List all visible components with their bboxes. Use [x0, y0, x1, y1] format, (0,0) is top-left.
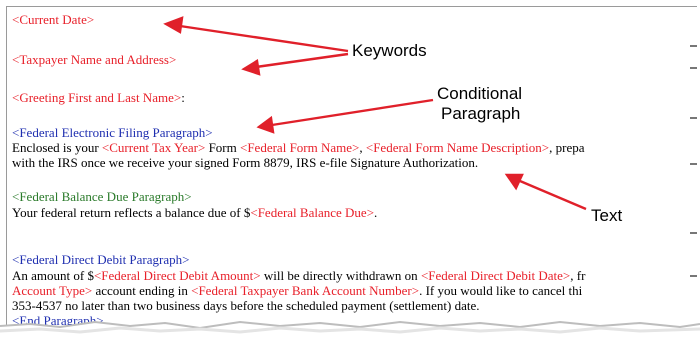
annotation-arrows — [163, 16, 587, 211]
keywords-arrow-upper — [179, 24, 349, 53]
keywords-arrow-lower — [255, 52, 349, 69]
keywords-arrow-upper-head — [163, 16, 184, 34]
text-arrow-head — [504, 173, 524, 191]
conditional-arrow — [271, 98, 434, 127]
keywords-arrow-lower-head — [241, 59, 261, 76]
text-arrow — [519, 179, 587, 211]
conditional-arrow-head — [256, 115, 275, 134]
torn-edge — [0, 320, 700, 348]
